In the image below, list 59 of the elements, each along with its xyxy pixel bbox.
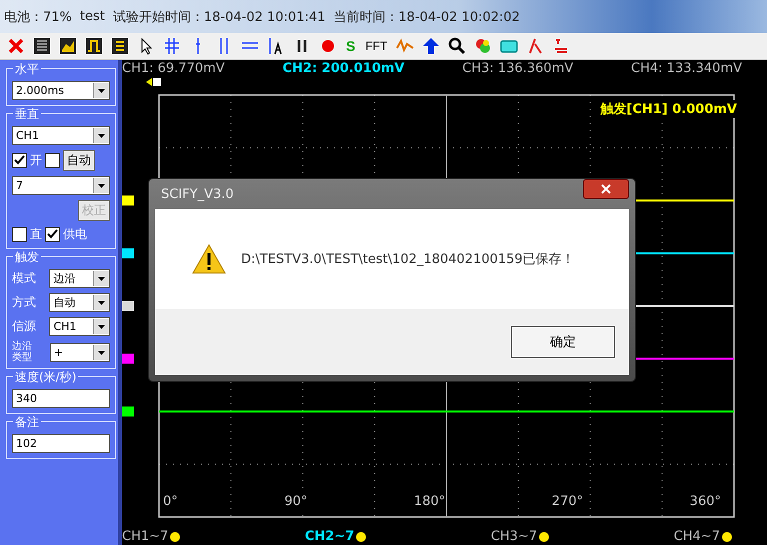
group-title: 触发 — [13, 249, 41, 266]
channel-label: CH4~7 — [674, 529, 720, 544]
trigger-dropdown[interactable]: CH1 — [49, 317, 110, 336]
display-icon[interactable] — [110, 36, 130, 56]
channel-label: CH1~7 — [122, 529, 168, 544]
field-label: 信源 — [12, 320, 37, 334]
field-label: 方式 — [12, 296, 37, 310]
checkbox[interactable] — [12, 153, 27, 168]
channel-dropdown[interactable]: CH1 — [12, 126, 110, 145]
channel-marker[interactable] — [122, 406, 134, 416]
field-label: 模式 — [12, 272, 37, 286]
channel-readout: CH3: 136.360mV — [462, 61, 574, 76]
timebase-dropdown[interactable]: 2.000ms — [12, 81, 110, 100]
scale-dropdown[interactable]: 7 — [12, 176, 110, 195]
checkbox[interactable] — [12, 227, 27, 242]
channel-marker[interactable] — [122, 354, 134, 364]
checkbox[interactable] — [45, 227, 60, 242]
ok-button[interactable]: 确定 — [511, 326, 615, 358]
note-field[interactable]: 102 — [12, 434, 110, 453]
axis-label: 90° — [283, 494, 308, 509]
channel-label: CH3~7 — [490, 529, 538, 544]
channel-readout: CH4: 133.340mV — [631, 61, 742, 76]
toolbar-button[interactable]: FFT — [363, 36, 390, 56]
status-text: 电池：71% — [4, 8, 72, 26]
checkbox-label: 开 — [30, 152, 42, 169]
close-button[interactable] — [583, 179, 629, 199]
checkbox-label: 直 — [30, 226, 42, 243]
status-text: 当前时间：18-04-02 10:02:02 — [333, 8, 520, 26]
trigger-dropdown[interactable]: 自动 — [49, 293, 110, 312]
channel-marker[interactable] — [122, 301, 134, 311]
meter-icon[interactable] — [58, 36, 78, 56]
search-icon[interactable] — [447, 36, 468, 56]
channel-label: CH2~7 — [304, 529, 354, 544]
close-icon — [601, 184, 611, 194]
status-text: test — [80, 9, 105, 24]
warning-icon — [191, 243, 227, 275]
channel-marker[interactable] — [122, 248, 134, 258]
grid-icon[interactable] — [32, 36, 52, 56]
channel-readout: CH1: 69.770mV — [122, 61, 225, 76]
checkbox[interactable] — [45, 153, 60, 168]
trigger-dropdown[interactable]: + — [50, 342, 110, 362]
auto-button[interactable]: 自动 — [63, 150, 95, 171]
trigger-dropdown[interactable]: 边沿 — [49, 269, 110, 288]
speed-field[interactable]: 340 — [12, 389, 110, 408]
cursor-icon[interactable] — [162, 36, 182, 56]
channel-marker[interactable] — [122, 196, 134, 206]
trigger-readout: 触发[CH1] 0.000mV — [600, 100, 737, 118]
close-icon[interactable] — [6, 36, 26, 56]
channel-readout: CH2: 200.010mV — [282, 61, 404, 76]
dialog-title: SCIFY_V3.0 — [160, 186, 234, 202]
group-title: 水平 — [13, 61, 41, 78]
arrow-up-icon[interactable] — [421, 36, 442, 56]
group-title: 速度(米/秒) — [13, 369, 78, 386]
trigger-position-icon — [146, 78, 161, 86]
checkbox-label: 供电 — [63, 226, 87, 243]
field-label: 边沿类型 — [12, 341, 33, 363]
status-text: 试验开始时间：18-04-02 10:01:41 — [112, 8, 326, 26]
pulse-icon[interactable] — [84, 36, 104, 56]
dialog-message: D:\TESTV3.0\TEST\test\102_180402100159已保存！ — [241, 251, 575, 268]
